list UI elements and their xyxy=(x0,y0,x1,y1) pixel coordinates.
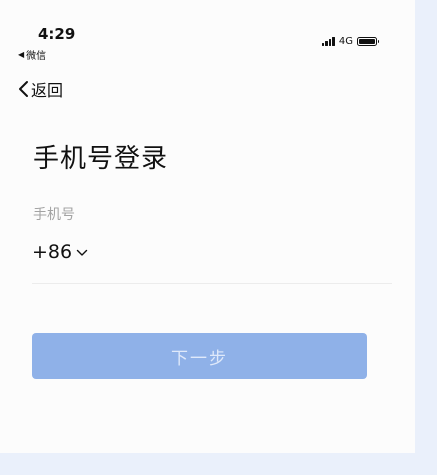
phone-screen: 4:29 ◀ 微信 4G 返回 手机号登录 手机号 +86 下一步 xyxy=(0,0,415,453)
status-indicators: 4G xyxy=(321,36,379,47)
input-underline xyxy=(32,283,392,284)
back-triangle-icon: ◀ xyxy=(18,50,25,59)
status-back-to-app[interactable]: ◀ 微信 xyxy=(18,47,46,62)
phone-number-label: 手机号 xyxy=(33,207,75,223)
chevron-down-icon xyxy=(76,249,88,256)
next-step-button[interactable]: 下一步 xyxy=(32,333,367,379)
chevron-left-icon xyxy=(19,81,28,97)
network-type: 4G xyxy=(338,36,353,47)
country-code-selector[interactable]: +86 xyxy=(32,241,88,263)
battery-icon xyxy=(357,37,379,46)
status-back-app-label: 微信 xyxy=(26,51,47,62)
page-title: 手机号登录 xyxy=(33,144,169,174)
back-button-label: 返回 xyxy=(31,81,64,100)
phone-number-input[interactable] xyxy=(100,240,394,270)
back-button[interactable]: 返回 xyxy=(17,77,63,101)
signal-bars-icon xyxy=(321,37,335,46)
country-code-value: +86 xyxy=(32,241,73,263)
status-time: 4:29 xyxy=(38,25,76,43)
